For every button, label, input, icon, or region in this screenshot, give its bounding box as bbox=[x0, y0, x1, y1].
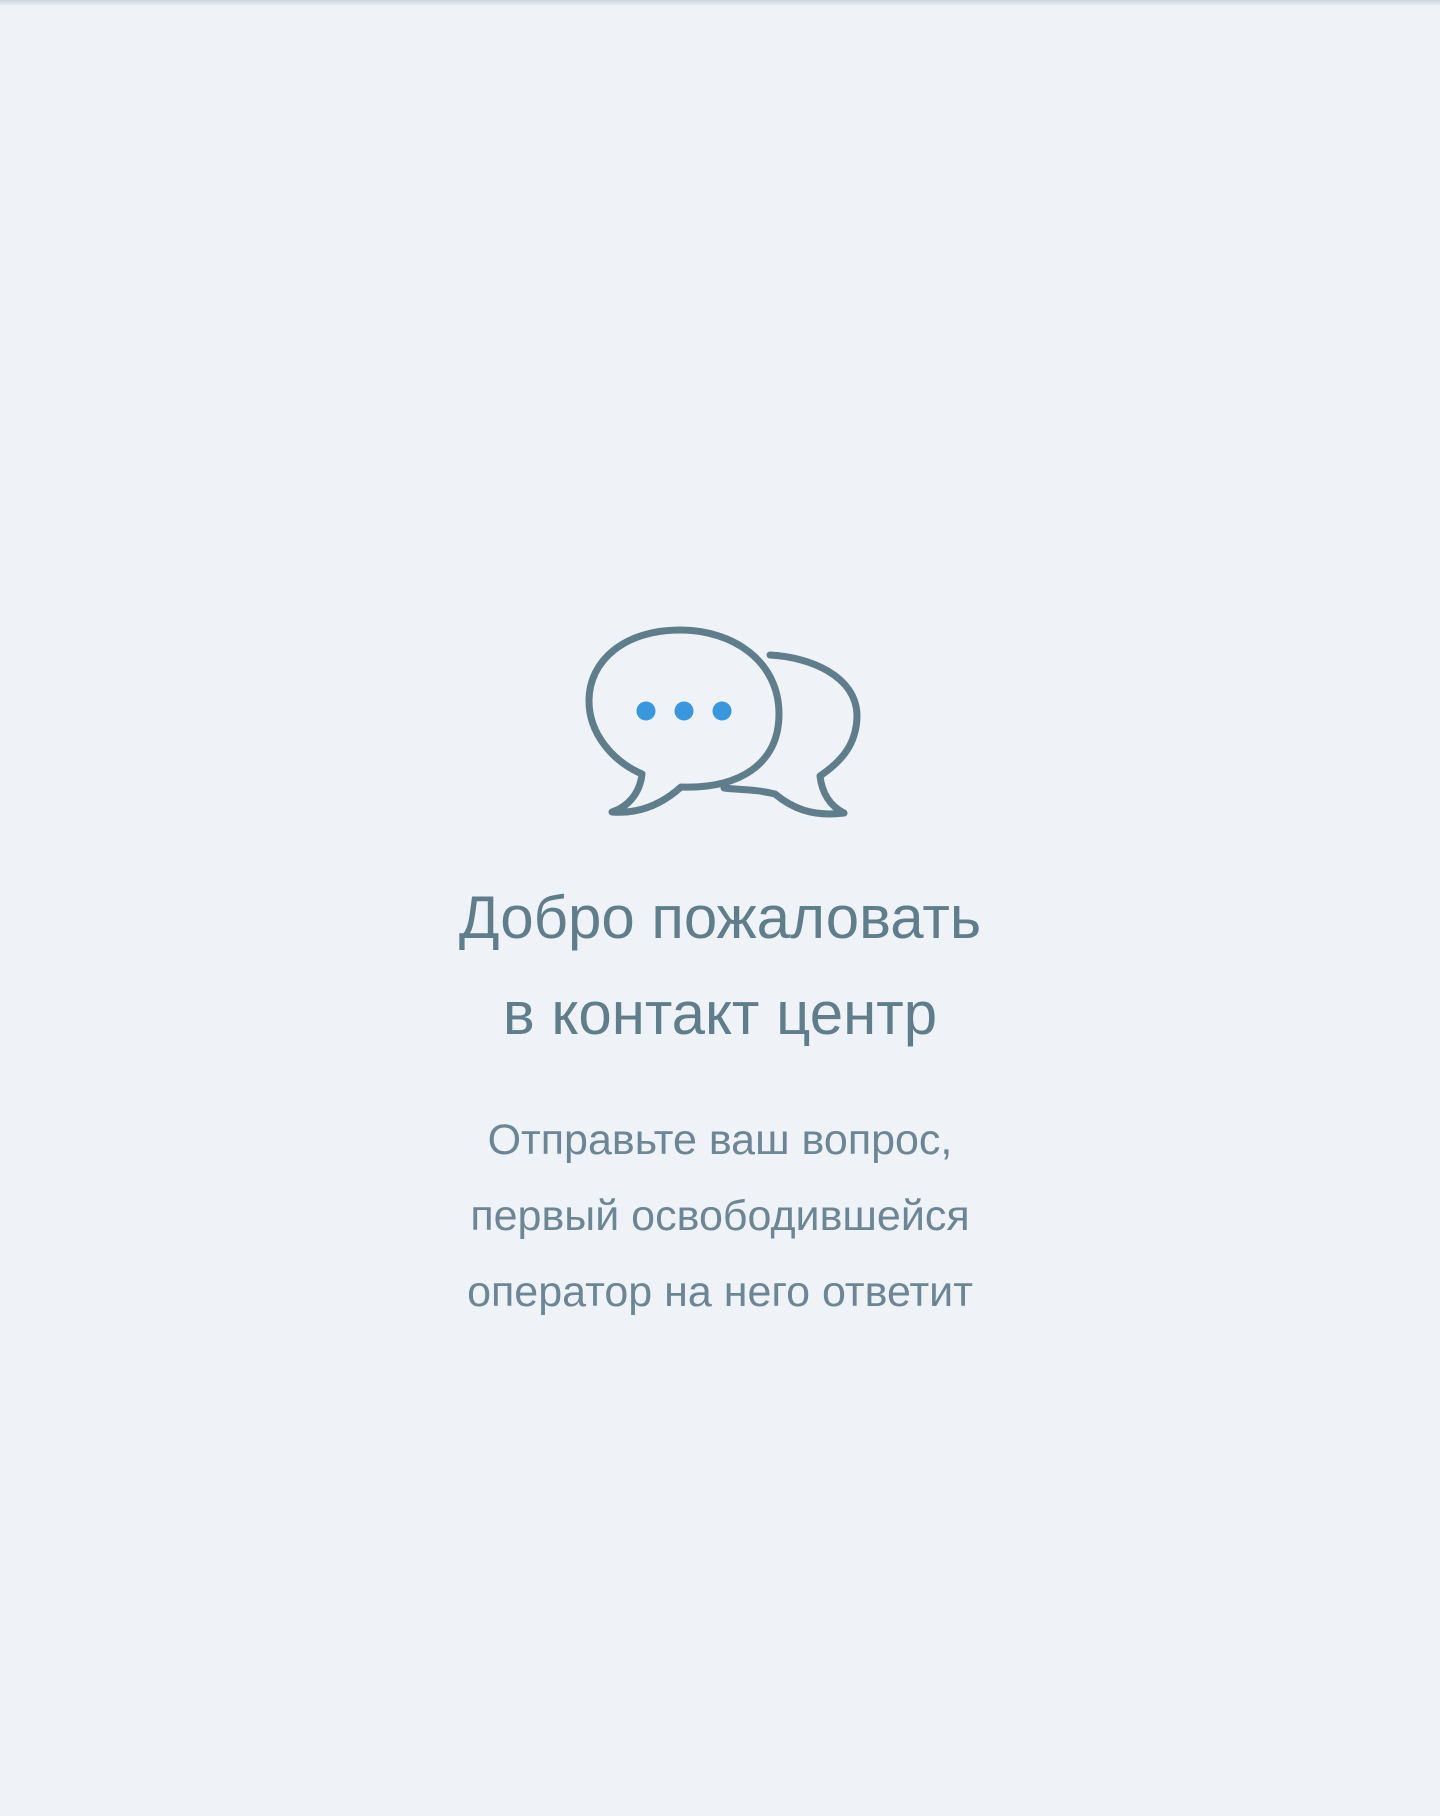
welcome-title-line: в контакт центр bbox=[502, 980, 938, 1047]
chat-bubbles-icon bbox=[585, 626, 861, 818]
welcome-description-line: Отправьте ваш вопрос, bbox=[487, 1116, 953, 1165]
welcome-description-line: первый освободившейся bbox=[470, 1192, 970, 1241]
welcome-description: Отправьте ваш вопрос, первый освободивше… bbox=[0, 1102, 1440, 1330]
welcome-title: Добро пожаловать в контакт центр bbox=[0, 870, 1440, 1062]
welcome-title-line: Добро пожаловать bbox=[458, 884, 982, 951]
welcome-screen: Добро пожаловать в контакт центр Отправь… bbox=[0, 618, 1440, 1330]
welcome-description-line: оператор на него ответит bbox=[467, 1268, 973, 1317]
top-shadow bbox=[0, 0, 1440, 6]
